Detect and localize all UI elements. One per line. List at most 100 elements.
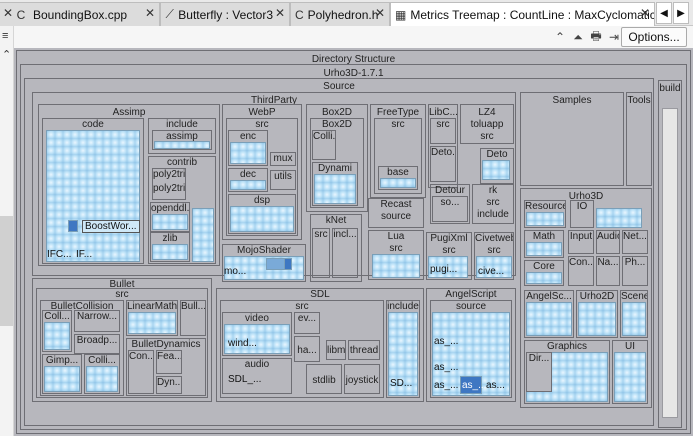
core-files[interactable] xyxy=(526,272,562,284)
tab-polyhedron[interactable]: C Polyhedron.h ✕ xyxy=(290,2,390,26)
sdl-windows-label: wind... xyxy=(228,338,257,349)
treemap-detour-crowd[interactable]: Deto... xyxy=(430,146,456,182)
mojoshader-file-label: mo... xyxy=(224,266,247,277)
treemap-poly2tri[interactable]: poly2tri poly2tri xyxy=(152,168,186,200)
treemap-tools[interactable]: Tools xyxy=(626,92,652,186)
treemap-urho3d-io[interactable]: IO xyxy=(570,200,594,228)
as-file-label-1: as_... xyxy=(434,336,459,347)
webp-dsp-files[interactable] xyxy=(230,206,294,232)
treemap-lz4[interactable]: LZ4 toluapp src xyxy=(460,104,514,144)
detour-tile-files[interactable] xyxy=(482,160,510,180)
treemap-knet-include[interactable]: incl... xyxy=(332,228,358,278)
treemap-sdl-thread[interactable]: thread xyxy=(348,340,380,360)
gimpact-files[interactable] xyxy=(44,366,80,392)
treemap-samples[interactable]: Samples xyxy=(520,92,624,186)
close-icon[interactable]: ✕ xyxy=(3,6,13,20)
treemap-broadphase[interactable]: Broadp... xyxy=(74,334,120,354)
treemap-sdl-joystick[interactable]: joystick xyxy=(344,364,380,394)
treemap-libcpuid-src[interactable]: src xyxy=(430,118,456,144)
as-file-label-3: as_... xyxy=(434,380,459,391)
treemap-bullet-misc[interactable]: Bull... xyxy=(180,300,206,336)
sdl-include-file-label: SD... xyxy=(390,378,413,389)
boost-workaround-label: BoostWor... xyxy=(82,220,140,233)
options-button[interactable]: Options... xyxy=(621,27,687,47)
close-icon[interactable]: ✕ xyxy=(275,6,285,20)
treemap-urho3d-network[interactable]: Net... xyxy=(622,230,648,254)
freetype-base-files[interactable] xyxy=(380,178,416,188)
zlib-files[interactable] xyxy=(152,244,188,260)
treemap-sdl-haptic[interactable]: ha... xyxy=(294,336,320,362)
tab-boundingbox[interactable]: ✕ C BoundingBox.cpp ✕ xyxy=(0,2,160,26)
ifc-label: IFC... xyxy=(47,249,72,260)
build-subtree[interactable] xyxy=(662,108,678,418)
treemap-canvas[interactable]: Directory Structure Urho3D-1.7.1 Source … xyxy=(14,48,693,436)
treemap-constraint-solver[interactable]: Con... xyxy=(128,350,154,394)
treemap-urho3d-physics[interactable]: Ph... xyxy=(622,256,648,286)
scroll-tabs-left-button[interactable]: ◀ xyxy=(656,2,672,24)
treemap-rk[interactable]: rk src include xyxy=(472,184,514,224)
treemap-sdl-events[interactable]: ev... xyxy=(294,312,320,334)
print-icon[interactable]: 🖶 xyxy=(588,29,604,45)
treemap-detour-source[interactable]: so... xyxy=(432,196,468,222)
webp-dec-files[interactable] xyxy=(230,180,266,190)
collision-shapes-files[interactable] xyxy=(86,366,118,392)
tab-metrics-treemap[interactable]: ▦ Metrics Treemap : CountLine : MaxCyclo… xyxy=(390,2,655,27)
double-chevron-up-icon[interactable]: ⏶ xyxy=(570,29,586,45)
treemap-webp-mux[interactable]: mux xyxy=(270,152,296,166)
close-icon[interactable]: ✕ xyxy=(375,6,385,20)
treemap-urho3d-input[interactable]: Input xyxy=(568,230,594,254)
treemap-knet-src[interactable]: src xyxy=(312,228,330,278)
pugixml-file-label: pugi... xyxy=(430,264,458,275)
close-icon[interactable]: ✕ xyxy=(640,6,650,20)
treemap-graphics-direct3d[interactable]: Dir... xyxy=(526,352,552,392)
ui-files[interactable] xyxy=(614,352,646,402)
as-file-label-5: as... xyxy=(486,380,505,391)
treemap-urho3d-navigation[interactable]: Na... xyxy=(596,256,620,286)
treemap-sdl-stdlib[interactable]: stdlib xyxy=(306,364,342,394)
resource-files[interactable] xyxy=(526,212,564,226)
contrib-misc-files[interactable] xyxy=(192,208,214,262)
linearmath-files[interactable] xyxy=(128,312,176,334)
collision-dispatch-files[interactable] xyxy=(44,322,70,350)
chevron-up-icon[interactable]: ⌃ xyxy=(2,48,11,61)
close-icon[interactable]: ✕ xyxy=(145,6,155,20)
box2d-dynamics-files[interactable] xyxy=(314,174,356,204)
lua-files[interactable] xyxy=(372,254,420,278)
scroll-tabs-right-button[interactable]: ▶ xyxy=(673,2,689,24)
civetweb-file-label: cive... xyxy=(478,266,505,277)
graph-icon: ⟋ xyxy=(165,7,174,21)
source-label: Source xyxy=(323,81,355,92)
treemap-urho3d-audio[interactable]: Audio xyxy=(596,230,620,254)
as-file-label-4: as_... xyxy=(462,380,487,391)
treemap-featherstone[interactable]: Fea... xyxy=(156,350,182,374)
assimp-hot-file[interactable] xyxy=(68,220,78,232)
treemap-dynamics[interactable]: Dyn... xyxy=(156,376,182,394)
menu-icon[interactable]: ≡ xyxy=(2,30,8,42)
treemap-recast[interactable]: Recast source xyxy=(368,198,424,228)
treemap-sdl-libm[interactable]: libm xyxy=(326,340,346,360)
left-scrollbar-thumb[interactable] xyxy=(0,216,13,326)
export-icon[interactable]: ⇥ xyxy=(606,29,622,45)
left-panel-gutter: ≡ ⌃ xyxy=(0,26,14,436)
treemap-toolbar: ⌃ ⏶ 🖶 ⇥ Options... xyxy=(14,26,693,48)
openddl-files[interactable] xyxy=(152,214,188,230)
assimp-include-files[interactable] xyxy=(154,141,210,149)
urho-angelscript-files[interactable] xyxy=(526,302,572,336)
treemap-webp-utils[interactable]: utils xyxy=(270,170,296,190)
treemap-box2d-collision[interactable]: Colli... xyxy=(312,130,336,160)
mojoshader-hot-file[interactable] xyxy=(284,258,292,270)
treemap-urho3d-container[interactable]: Con... xyxy=(568,256,594,286)
urho3d-misc-files[interactable] xyxy=(596,208,642,228)
chevron-up-icon[interactable]: ⌃ xyxy=(552,29,568,45)
math-files[interactable] xyxy=(526,242,562,256)
scene-files[interactable] xyxy=(622,302,646,336)
assimp-code-files[interactable] xyxy=(46,130,140,262)
treemap-icon: ▦ xyxy=(395,8,407,22)
tab-bar: ✕ C BoundingBox.cpp ✕ ⟋ Butterfly : Vect… xyxy=(0,0,693,27)
sdl-audio-file-label: SDL_... xyxy=(228,374,262,385)
urho2d-files[interactable] xyxy=(578,302,616,336)
cpp-file-icon: C xyxy=(295,7,304,22)
treemap-narrowphase[interactable]: Narrow... xyxy=(74,310,120,332)
webp-enc-files[interactable] xyxy=(230,142,266,164)
tab-butterfly[interactable]: ⟋ Butterfly : Vector3 ✕ xyxy=(160,2,290,26)
